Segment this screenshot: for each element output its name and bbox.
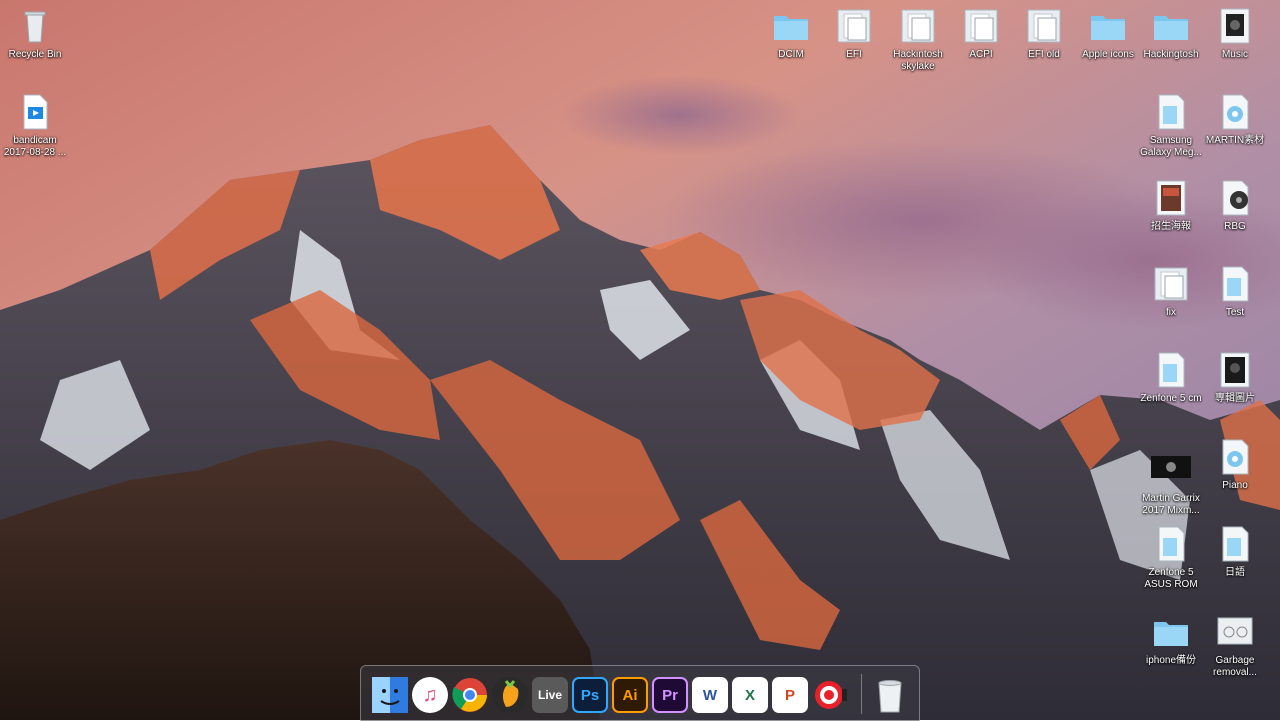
dock-separator [861,674,862,714]
desktop-icon-label: EFI [846,49,862,60]
desktop-icon-label: MARTIN素材 [1205,135,1265,146]
desktop-icon-bandicam[interactable]: bandicam 2017-08-28 ... [0,92,70,159]
chrome-icon[interactable] [452,677,488,713]
music-folder-icon [1222,180,1249,216]
desktop-icon-apple-icons[interactable]: Apple icons [1073,6,1143,61]
excel-icon[interactable]: X [732,677,768,713]
desktop-icon-martin-material[interactable]: MARTIN素材 [1200,92,1270,147]
desktop-icon-label: Zenfone 5 cm [1140,393,1202,404]
desktop-icon-label: bandicam 2017-08-28 ... [3,135,67,158]
powerpoint-icon[interactable]: P [772,677,808,713]
desktop-icon-recruitment-poster[interactable]: 招生海報 [1136,178,1206,233]
folder-icon [1091,16,1125,40]
image-folder-icon [1156,180,1186,216]
desktop-icon-test[interactable]: Test [1200,264,1270,319]
desktop-icon-label: EFI old [1028,49,1060,60]
document-folder-icon [1222,94,1249,130]
premiere-icon[interactable]: Pr [652,677,688,713]
fl-studio-icon[interactable] [492,677,528,713]
desktop-icon-label: Apple icons [1082,49,1134,60]
illustrator-icon[interactable]: Ai [612,677,648,713]
desktop-icon-label: 招生海報 [1151,221,1191,232]
desktop-icon-label: Recycle Bin [8,49,62,60]
desktop-icon-label: RBG [1224,221,1246,232]
document-folder-icon [1222,526,1249,562]
desktop-icon-label: Hackintosh skylake [893,49,943,72]
itunes-icon[interactable]: ♫ [412,677,448,713]
dock: ♫ Live Ps Ai Pr W X P [360,665,920,721]
desktop-icon-samsung-galaxy[interactable]: Samsung Galaxy Meg... [1136,92,1206,159]
desktop-icon-label: Piano [1222,480,1248,491]
desktop-icon-garbage-removal[interactable]: Garbage removal... [1200,612,1270,679]
desktop-icon-label: DCIM [778,49,804,60]
photoshop-icon[interactable]: Ps [572,677,608,713]
desktop-icon-zenfone-5-cm[interactable]: Zenfone 5 cm [1136,350,1206,405]
desktop-icon-label: Test [1225,307,1245,318]
desktop-icon-efi[interactable]: EFI [819,6,889,61]
desktop-icon-zenfone-5-asus-rom[interactable]: Zenfone 5 ASUS ROM [1136,524,1206,591]
desktop-icon-label: Martin Garrix 2017 Mixm... [1142,493,1200,516]
desktop-icon-rbg[interactable]: RBG [1200,178,1270,233]
image-file-icon [1217,617,1253,645]
desktop-icon-music[interactable]: Music [1200,6,1270,61]
trash-icon[interactable] [872,677,908,713]
folder-icon [774,16,808,40]
desktop-icon-dcim[interactable]: DCIM [756,6,826,61]
document-folder-icon [1158,526,1185,562]
finder-icon[interactable] [372,677,408,713]
desktop-icon-label: Garbage removal... [1213,655,1257,678]
desktop-icon-label: 專輯圖片 [1215,393,1255,404]
document-folder-icon [1158,94,1185,130]
desktop-icon-recycle-bin[interactable]: Recycle Bin [0,6,70,61]
folder-icon [1154,16,1188,40]
image-folder-icon [1220,352,1250,388]
music-folder-icon [1220,8,1250,44]
desktop-icon-hackingtosh[interactable]: Hackingtosh [1136,6,1206,61]
desktop-icon-label: fix [1166,307,1176,318]
file-folder-icon [1154,267,1188,301]
desktop-wallpaper [0,0,1280,720]
desktop-icon-album-art[interactable]: 專輯圖片 [1200,350,1270,405]
file-folder-icon [901,9,935,43]
file-folder-icon [837,9,871,43]
desktop-icon-label: 日語 [1225,567,1245,578]
video-thumbnail-icon [1151,456,1191,478]
music-folder-icon [1222,439,1249,475]
desktop-icon-label: Zenfone 5 ASUS ROM [1144,567,1198,590]
desktop-icon-label: Samsung Galaxy Meg... [1140,135,1202,158]
desktop-icon-martin-garrix-mix[interactable]: Martin Garrix 2017 Mixm... [1136,450,1206,517]
desktop-icon-label: ACPI [969,49,993,60]
desktop-icon-fix[interactable]: fix [1136,264,1206,319]
word-icon[interactable]: W [692,677,728,713]
file-folder-icon [1027,9,1061,43]
desktop-icon-iphone-backup[interactable]: iphone備份 [1136,612,1206,667]
desktop-icon-label: Hackingtosh [1143,49,1199,60]
ableton-live-icon[interactable]: Live [532,677,568,713]
desktop-icon-hackintosh-skylake[interactable]: Hackintosh skylake [883,6,953,73]
desktop-icon-acpi[interactable]: ACPI [946,6,1016,61]
desktop-icon-label: iphone備份 [1145,655,1197,666]
target-icon[interactable] [812,677,848,713]
desktop-icon-japanese[interactable]: 日語 [1200,524,1270,579]
desktop-icon-piano[interactable]: Piano [1200,437,1270,492]
recycle-bin-icon [24,11,46,43]
file-folder-icon [964,9,998,43]
document-folder-icon [1158,352,1185,388]
video-file-icon [23,94,48,130]
folder-icon [1154,622,1188,646]
desktop-icon-efi-old[interactable]: EFI old [1009,6,1079,61]
desktop-icon-label: Music [1221,49,1249,60]
document-folder-icon [1222,266,1249,302]
